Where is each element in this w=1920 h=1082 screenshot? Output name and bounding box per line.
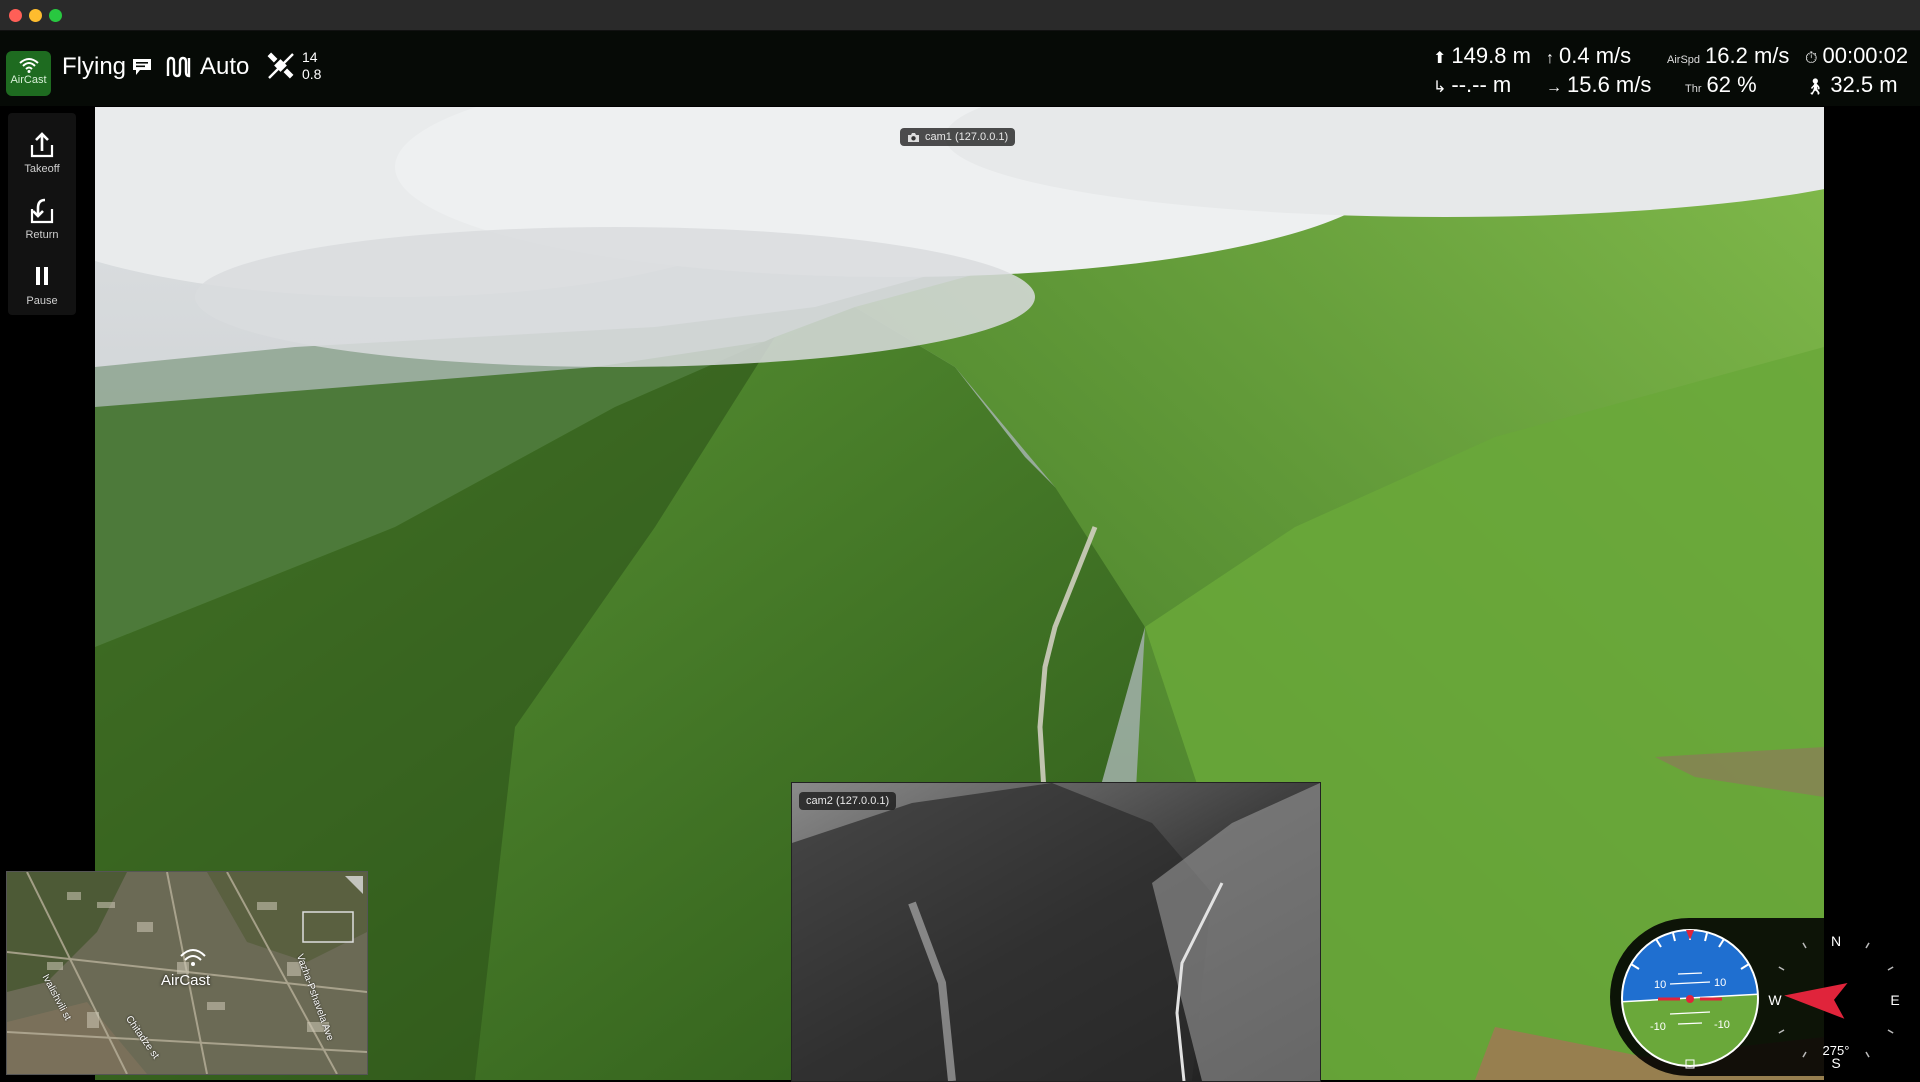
airspeed-label: AirSpd [1667, 54, 1701, 66]
action-sidebar: Takeoff Return Pause [8, 113, 76, 315]
compass-tick [1802, 1051, 1807, 1058]
compass-tick [1802, 942, 1807, 949]
satellite-icon [267, 52, 294, 79]
return-icon [30, 198, 54, 224]
cam1-label-chip[interactable]: cam1 (127.0.0.1) [900, 128, 1016, 146]
throttle-readout: Thr 62 % [1685, 72, 1757, 98]
waveform-icon [166, 56, 191, 78]
heading-arrow-icon [1784, 982, 1848, 1019]
compass-tick [1778, 1029, 1785, 1034]
compass-west: W [1768, 992, 1782, 1008]
altitude-up-arrow-icon: ⬆ [1433, 50, 1447, 67]
pause-button[interactable]: Pause [8, 253, 76, 315]
distance-walked-value: 32.5 m [1830, 72, 1898, 97]
minimap[interactable]: AirCast Ivalishvili st Chitadze st Vazha… [6, 871, 368, 1075]
window-titlebar [0, 0, 1920, 31]
zoom-window-button[interactable] [49, 9, 62, 22]
flight-time-readout: ⏱ 00:00:02 [1805, 43, 1908, 69]
compass-north: N [1831, 933, 1841, 949]
pitch-mark: -10 [1650, 1021, 1666, 1033]
airspeed-readout: AirSpd 16.2 m/s [1667, 43, 1789, 69]
airspeed-value: 16.2 m/s [1705, 43, 1790, 68]
cam2-pip-view[interactable]: cam2 (127.0.0.1) [791, 782, 1321, 1082]
throttle-value: 62 % [1706, 72, 1757, 97]
return-button[interactable]: Return [8, 187, 76, 249]
minimize-window-button[interactable] [29, 9, 42, 22]
flight-mode-label: Auto [200, 53, 250, 80]
heading-readout: 275° [1823, 1043, 1850, 1058]
vertical-speed-value: 0.4 m/s [1559, 43, 1632, 68]
walking-person-icon: 🚶︎ [1805, 79, 1826, 96]
compass-tick [1865, 942, 1870, 949]
brand-button[interactable]: AirCast [6, 51, 51, 96]
close-window-button[interactable] [9, 9, 22, 22]
home-distance-value: --.-- m [1451, 72, 1512, 97]
compass-tick [1865, 1051, 1870, 1058]
compass-tick [1887, 1029, 1894, 1034]
compass-east: E [1890, 992, 1899, 1008]
camera-icon [908, 132, 919, 142]
distance-walked-readout: 🚶︎ 32.5 m [1805, 72, 1898, 98]
return-arrow-icon: ↳ [1433, 79, 1447, 96]
pitch-mark: 10 [1714, 977, 1726, 989]
minimap-aircraft-label: AirCast [161, 972, 211, 989]
vertical-speed-arrow-icon: ↑ [1546, 50, 1554, 67]
brand-label: AirCast [10, 74, 47, 86]
gps-hdop: 0.8 [302, 66, 322, 82]
pause-label: Pause [26, 295, 58, 307]
altitude-value: 149.8 m [1451, 43, 1531, 68]
home-distance-readout: ↳ --.-- m [1433, 72, 1511, 98]
vertical-speed-readout: ↑ 0.4 m/s [1546, 43, 1631, 69]
takeoff-label: Takeoff [24, 163, 60, 175]
cam2-label-chip[interactable]: cam2 (127.0.0.1) [799, 792, 897, 810]
pitch-mark: 10 [1654, 979, 1666, 991]
throttle-label: Thr [1685, 83, 1702, 95]
return-label: Return [25, 229, 59, 241]
compass-tick [1778, 966, 1785, 971]
flight-mode[interactable]: Auto [166, 53, 249, 81]
gps-status[interactable]: 14 0.8 [266, 49, 321, 83]
takeoff-button[interactable]: Takeoff [8, 121, 76, 183]
ground-speed-value: 15.6 m/s [1567, 72, 1652, 97]
wifi-icon [18, 58, 39, 73]
compass-tick [1887, 966, 1894, 971]
cam2-label: cam2 (127.0.0.1) [806, 795, 890, 807]
takeoff-icon [30, 132, 54, 158]
pitch-mark: -10 [1714, 1019, 1730, 1031]
top-toolbar: AirCast Flying Auto 14 0.8 ⬆ 149.8 m ↑ 0… [0, 31, 1920, 106]
pause-icon [36, 267, 48, 285]
ground-speed-readout: → 15.6 m/s [1546, 72, 1651, 98]
attitude-indicator: 10 10 -10 -10 [1621, 929, 1759, 1069]
flight-status-label: Flying [62, 53, 127, 80]
thermal-scene [792, 783, 1320, 1081]
flight-time-value: 00:00:02 [1822, 43, 1909, 68]
flight-status[interactable]: Flying [62, 53, 152, 81]
compass: N S E W 275° [1768, 933, 1899, 1071]
gps-satellite-count: 14 [302, 49, 318, 65]
cam1-label: cam1 (127.0.0.1) [925, 131, 1009, 143]
right-arrow-icon: → [1546, 79, 1562, 96]
stopwatch-icon: ⏱ [1805, 50, 1818, 67]
altitude-readout: ⬆ 149.8 m [1433, 43, 1531, 69]
message-icon [133, 59, 152, 75]
